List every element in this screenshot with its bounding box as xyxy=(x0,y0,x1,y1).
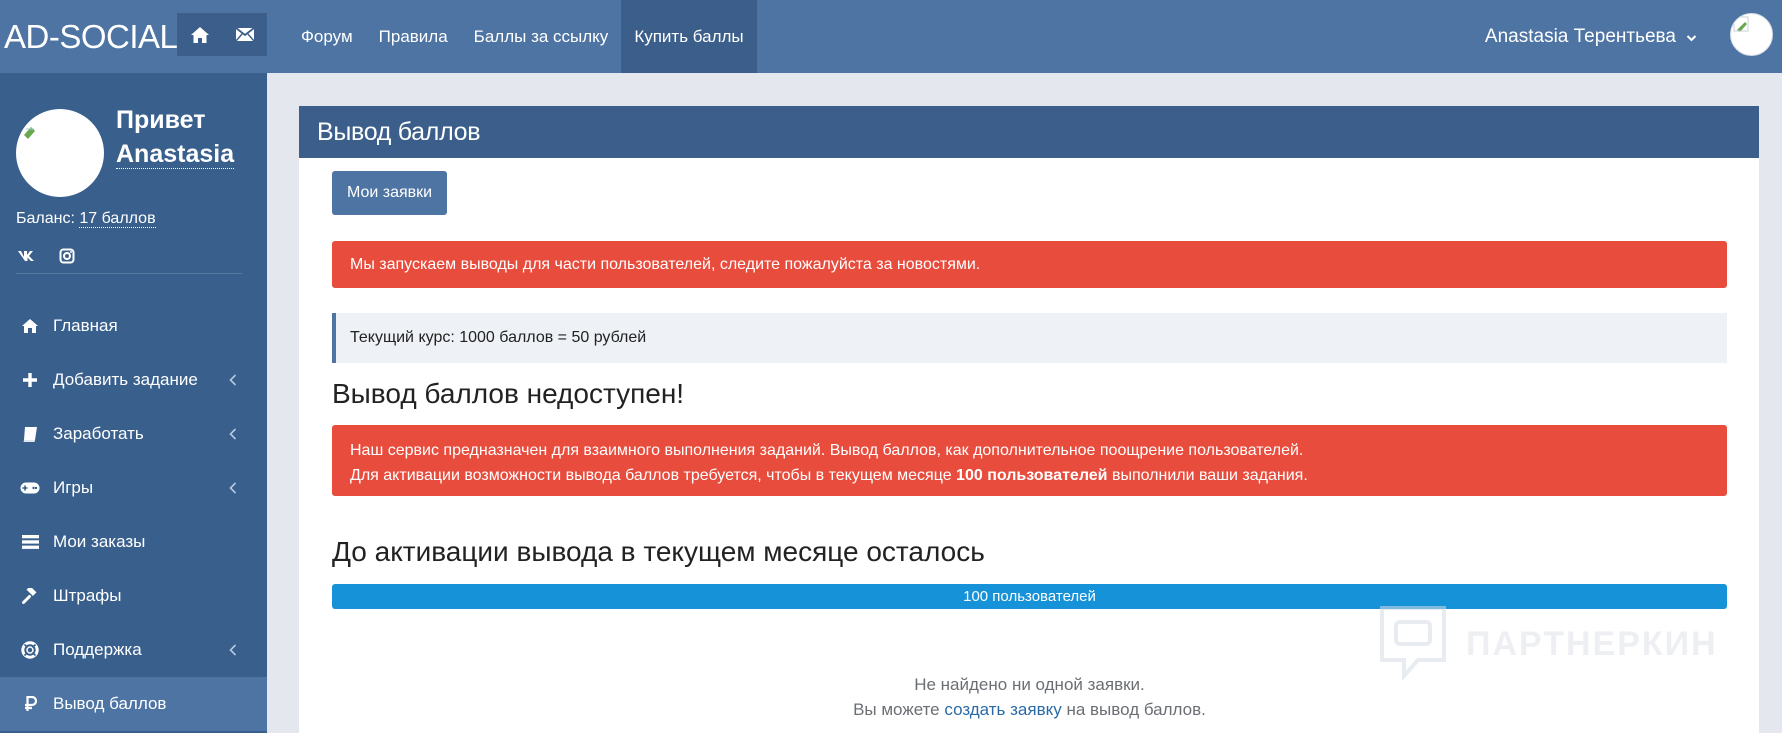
sidebar-item-label: Игры xyxy=(53,478,94,497)
empty-line-2-suffix: на вывод баллов. xyxy=(1061,700,1206,719)
sidebar-divider xyxy=(16,273,242,274)
vk-icon[interactable] xyxy=(16,246,38,266)
profile-avatar[interactable] xyxy=(16,109,104,197)
logo[interactable]: AD-SOCIAL xyxy=(4,0,178,73)
instagram-icon[interactable] xyxy=(56,246,78,266)
sidebar: Привет Anastasia Баланс: 17 баллов Главн… xyxy=(0,73,267,733)
sidebar-item-games[interactable]: Игры xyxy=(0,461,267,515)
sidebar-item-label: Заработать xyxy=(53,424,144,443)
nav-forum[interactable]: Форум xyxy=(288,0,366,73)
chevron-left-icon xyxy=(229,425,237,445)
sidebar-item-home[interactable]: Главная xyxy=(0,299,267,353)
balance-value[interactable]: 17 баллов xyxy=(79,210,156,228)
info-line-2-bold: 100 пользователей xyxy=(956,467,1108,484)
sidebar-menu: Главная Добавить задание Заработать Игры… xyxy=(0,299,267,731)
remaining-heading: До активации вывода в текущем месяце ост… xyxy=(332,536,985,567)
watermark-logo-icon xyxy=(1378,604,1448,685)
balance-label: Баланс: xyxy=(16,210,75,227)
info-alert: Наш сервис предназначен для взаимного вы… xyxy=(332,425,1727,496)
sidebar-item-withdraw[interactable]: Вывод баллов xyxy=(0,677,267,731)
user-menu[interactable]: Anastasia Терентьева xyxy=(1485,0,1697,73)
gamepad-icon xyxy=(20,478,40,498)
info-line-2-suffix: выполнили ваши задания. xyxy=(1107,467,1308,484)
plus-icon xyxy=(20,370,40,390)
sidebar-item-my-orders[interactable]: Мои заказы xyxy=(0,515,267,569)
create-request-link[interactable]: создать заявку xyxy=(944,700,1061,719)
nav-buy-points[interactable]: Купить баллы xyxy=(621,0,757,73)
chevron-down-icon xyxy=(1686,3,1697,71)
my-requests-button[interactable]: Мои заявки xyxy=(332,171,447,215)
chevron-left-icon xyxy=(229,479,237,499)
launch-alert: Мы запускаем выводы для части пользовате… xyxy=(332,241,1727,288)
sidebar-item-label: Мои заказы xyxy=(53,532,146,551)
info-line-2: Для активации возможности вывода баллов … xyxy=(350,463,1727,488)
user-avatar[interactable] xyxy=(1730,13,1773,56)
balance: Баланс: 17 баллов xyxy=(16,210,156,228)
sidebar-item-fines[interactable]: Штрафы xyxy=(0,569,267,623)
book-icon xyxy=(20,424,40,444)
sidebar-item-add-task[interactable]: Добавить задание xyxy=(0,353,267,407)
chevron-left-icon xyxy=(229,371,237,391)
sidebar-item-label: Штрафы xyxy=(53,586,122,605)
user-name: Anastasia Терентьева xyxy=(1484,25,1676,47)
list-icon xyxy=(20,532,40,552)
empty-line-2-prefix: Вы можете xyxy=(853,700,945,719)
greeting: Привет Anastasia xyxy=(116,103,235,171)
lifebuoy-icon xyxy=(20,640,40,660)
gavel-icon xyxy=(20,586,40,606)
top-navbar: AD-SOCIAL Форум Правила Баллы за ссылку … xyxy=(0,0,1782,73)
home-icon[interactable] xyxy=(177,13,222,56)
quick-icons xyxy=(177,13,267,56)
main-nav: Форум Правила Баллы за ссылку Купить бал… xyxy=(288,0,757,73)
unavailable-heading: Вывод баллов недоступен! xyxy=(332,378,685,409)
watermark: ПАРТНЕРКИН xyxy=(1378,604,1718,685)
nav-points-for-link[interactable]: Баллы за ссылку xyxy=(461,0,622,73)
sidebar-item-label: Главная xyxy=(53,316,118,335)
mail-icon[interactable] xyxy=(222,13,267,56)
page-title: Вывод баллов xyxy=(299,106,1759,158)
info-line-1: Наш сервис предназначен для взаимного вы… xyxy=(350,442,1304,459)
chevron-left-icon xyxy=(229,641,237,661)
sidebar-item-label: Добавить задание xyxy=(53,370,198,389)
rate-callout: Текущий курс: 1000 баллов = 50 рублей xyxy=(332,313,1727,363)
sidebar-item-label: Вывод баллов xyxy=(53,694,167,713)
nav-rules[interactable]: Правила xyxy=(366,0,461,73)
empty-line-2: Вы можете создать заявку на вывод баллов… xyxy=(332,697,1727,722)
sidebar-item-earn[interactable]: Заработать xyxy=(0,407,267,461)
social-links xyxy=(16,246,78,266)
profile-name[interactable]: Anastasia xyxy=(116,140,235,169)
watermark-text: ПАРТНЕРКИН xyxy=(1466,625,1718,663)
ruble-icon xyxy=(20,694,40,714)
home-icon xyxy=(20,316,40,336)
sidebar-item-support[interactable]: Поддержка xyxy=(0,623,267,677)
info-line-2-prefix: Для активации возможности вывода баллов … xyxy=(350,467,957,484)
sidebar-item-label: Поддержка xyxy=(53,640,142,659)
greeting-text: Привет xyxy=(116,106,206,134)
